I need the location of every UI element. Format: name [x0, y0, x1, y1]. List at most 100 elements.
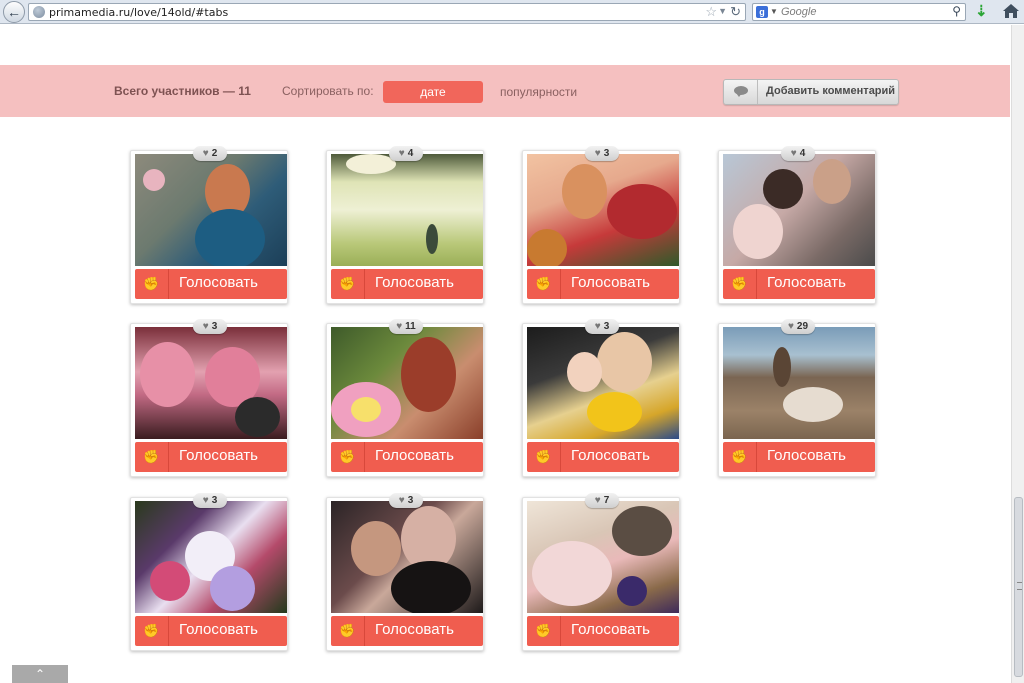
- heart-icon: ♥: [594, 148, 601, 159]
- home-icon[interactable]: [1002, 2, 1020, 20]
- download-icon[interactable]: ⇣: [975, 2, 988, 20]
- entry-card: ♥ 7 ✊ Голосовать: [522, 493, 680, 651]
- scrollbar[interactable]: [1011, 25, 1024, 683]
- vote-button[interactable]: ✊ Голосовать: [331, 442, 483, 472]
- vote-label: Голосовать: [767, 274, 846, 291]
- vote-count: 3: [211, 495, 218, 506]
- add-comment-label: Добавить комментарий: [766, 85, 896, 97]
- add-comment-button[interactable]: Добавить комментарий: [723, 79, 899, 105]
- entry-photo[interactable]: [527, 327, 679, 439]
- vote-label: Голосовать: [375, 274, 454, 291]
- photo-detail: [401, 337, 456, 412]
- entry-card: ♥ 2 ✊ Голосовать: [130, 146, 288, 304]
- photo-detail: [612, 506, 672, 556]
- heart-icon: ♥: [202, 495, 209, 506]
- vote-count: 3: [211, 321, 218, 332]
- vote-button[interactable]: ✊ Голосовать: [331, 616, 483, 646]
- thumbs-up-icon: ✊: [723, 442, 757, 472]
- vote-count: 29: [796, 321, 809, 332]
- search-engine-icon[interactable]: g: [756, 6, 768, 18]
- vote-count: 4: [799, 148, 806, 159]
- entry-card: ♥ 3 ✊ Голосовать: [130, 493, 288, 651]
- vote-button[interactable]: ✊ Голосовать: [135, 269, 287, 299]
- heart-icon: ♥: [594, 495, 601, 506]
- vote-count-badge: ♥ 3: [193, 319, 227, 334]
- thumbs-up-icon: ✊: [527, 269, 561, 299]
- photo-detail: [143, 169, 165, 191]
- thumbs-up-icon: ✊: [135, 269, 169, 299]
- photo-detail: [140, 342, 195, 407]
- entry-card: ♥ 3 ✊ Голосовать: [326, 493, 484, 651]
- address-bar[interactable]: primamedia.ru/love/14old/#tabs ☆ ▼ ↻: [28, 3, 746, 21]
- photo-detail: [351, 521, 401, 576]
- sort-by-date-button[interactable]: дате: [383, 81, 483, 103]
- contest-header-bar: Всего участников — 11 Сортировать по: да…: [0, 65, 1010, 117]
- vote-label: Голосовать: [571, 621, 650, 638]
- vote-button[interactable]: ✊ Голосовать: [723, 269, 875, 299]
- heart-icon: ♥: [787, 321, 794, 332]
- vote-button[interactable]: ✊ Голосовать: [723, 442, 875, 472]
- scrollbar-thumb[interactable]: [1014, 497, 1023, 677]
- sort-label: Сортировать по:: [282, 84, 374, 98]
- photo-detail: [351, 397, 381, 422]
- vote-button[interactable]: ✊ Голосовать: [527, 616, 679, 646]
- photo-detail: [195, 209, 265, 266]
- globe-icon: [33, 6, 45, 18]
- entry-card: ♥ 3 ✊ Голосовать: [522, 319, 680, 477]
- back-button[interactable]: ←: [3, 1, 25, 23]
- search-input[interactable]: Google: [781, 6, 816, 18]
- thumbs-up-icon: ✊: [135, 616, 169, 646]
- vote-button[interactable]: ✊ Голосовать: [331, 269, 483, 299]
- heart-icon: ♥: [398, 495, 405, 506]
- sort-by-popularity-link[interactable]: популярности: [500, 85, 577, 99]
- photo-detail: [763, 169, 803, 209]
- entry-photo[interactable]: [135, 154, 287, 266]
- reload-icon[interactable]: ↻: [730, 4, 741, 20]
- thumbs-up-icon: ✊: [331, 269, 365, 299]
- search-bar[interactable]: g ▼ Google ⚲: [752, 3, 966, 21]
- photo-detail: [562, 164, 607, 219]
- page-content: Всего участников — 11 Сортировать по: да…: [0, 25, 1010, 683]
- photo-detail: [532, 541, 612, 606]
- entry-photo[interactable]: [723, 327, 875, 439]
- entry-photo[interactable]: [723, 154, 875, 266]
- entry-card: ♥ 29 ✊ Голосовать: [718, 319, 876, 477]
- thumbs-up-icon: ✊: [527, 616, 561, 646]
- photo-detail: [567, 352, 602, 392]
- vote-button[interactable]: ✊ Голосовать: [527, 442, 679, 472]
- scroll-to-top-button[interactable]: ⌃: [12, 665, 68, 683]
- scrollbar-grip: [1017, 582, 1022, 590]
- photo-detail: [607, 184, 677, 239]
- entry-photo[interactable]: [135, 501, 287, 613]
- vote-label: Голосовать: [767, 447, 846, 464]
- url-text: primamedia.ru/love/14old/#tabs: [49, 6, 229, 19]
- vote-count-badge: ♥ 3: [585, 146, 619, 161]
- heart-icon: ♥: [202, 148, 209, 159]
- entry-photo[interactable]: [331, 327, 483, 439]
- search-icon[interactable]: ⚲: [952, 4, 961, 18]
- entry-photo[interactable]: [331, 501, 483, 613]
- vote-label: Голосовать: [571, 447, 650, 464]
- vote-button[interactable]: ✊ Голосовать: [527, 269, 679, 299]
- history-dropdown-icon[interactable]: ▼: [718, 6, 727, 16]
- thumbs-up-icon: ✊: [527, 442, 561, 472]
- vote-button[interactable]: ✊ Голосовать: [135, 442, 287, 472]
- heart-icon: ♥: [398, 148, 405, 159]
- photo-detail: [733, 204, 783, 259]
- vote-count: 3: [603, 148, 610, 159]
- photo-detail: [527, 229, 567, 266]
- photo-detail: [773, 347, 791, 387]
- vote-count-badge: ♥ 3: [193, 493, 227, 508]
- heart-icon: ♥: [202, 321, 209, 332]
- search-engine-dropdown-icon[interactable]: ▼: [770, 7, 778, 16]
- entry-photo[interactable]: [135, 327, 287, 439]
- photo-detail: [150, 561, 190, 601]
- photo-detail: [617, 576, 647, 606]
- entry-photo[interactable]: [527, 501, 679, 613]
- bookmark-star-icon[interactable]: ☆: [705, 4, 717, 20]
- vote-button[interactable]: ✊ Голосовать: [135, 616, 287, 646]
- entry-card: ♥ 3 ✊ Голосовать: [130, 319, 288, 477]
- entry-photo[interactable]: [331, 154, 483, 266]
- entry-photo[interactable]: [527, 154, 679, 266]
- vote-label: Голосовать: [375, 621, 454, 638]
